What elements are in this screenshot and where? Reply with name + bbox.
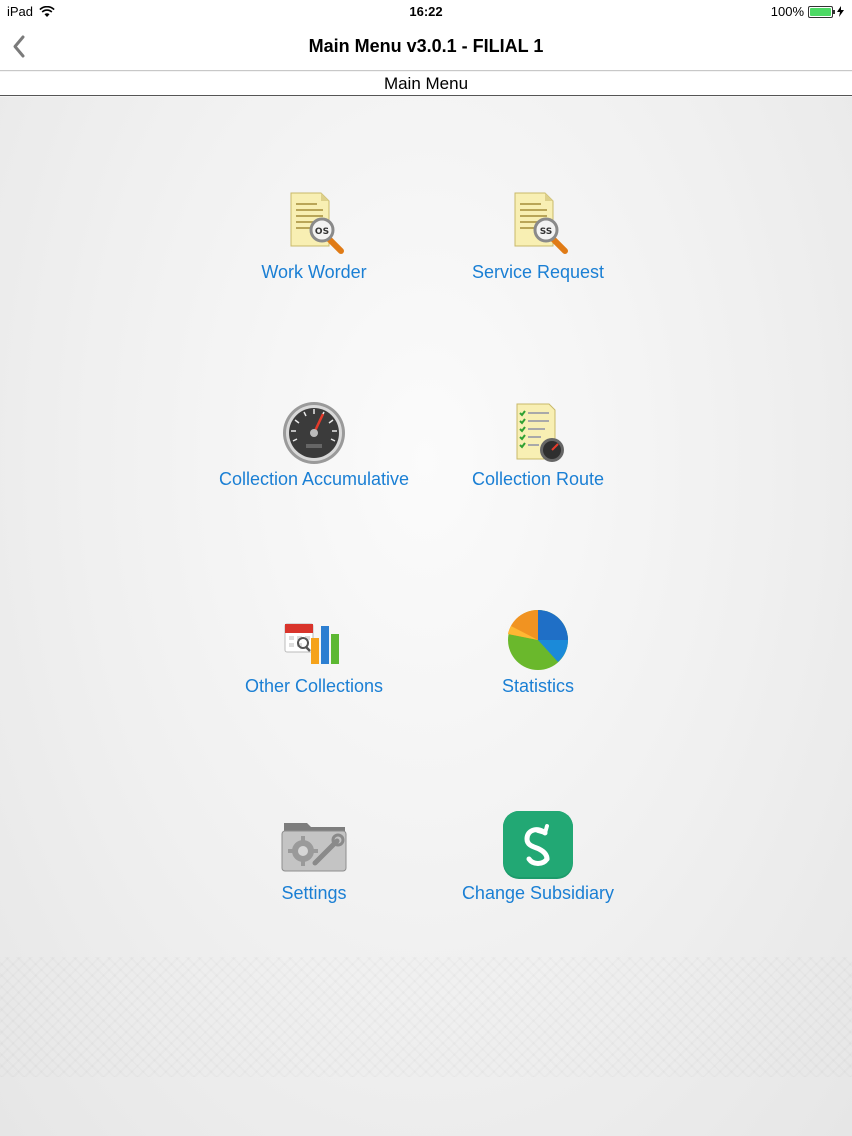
document-search-icon: SS xyxy=(514,192,568,254)
menu-item-change-subsidiary[interactable]: Change Subsidiary xyxy=(426,811,650,941)
menu-item-other-collections[interactable]: Other Collections xyxy=(202,604,426,734)
menu-item-service-request[interactable]: SS Service Request xyxy=(426,190,650,320)
main-content: OS Work Worder SS Service Request Collec… xyxy=(0,97,852,1136)
menu-item-work-order[interactable]: OS Work Worder xyxy=(202,190,426,320)
status-right: 100% xyxy=(771,4,844,19)
background-pattern xyxy=(0,957,852,1077)
section-header: Main Menu xyxy=(0,72,852,96)
page-title: Main Menu v3.0.1 - FILIAL 1 xyxy=(308,36,544,56)
menu-item-settings[interactable]: Settings xyxy=(202,811,426,941)
menu-item-collection-accumulative[interactable]: Collection Accumulative xyxy=(202,397,426,527)
menu-label: Collection Route xyxy=(471,469,605,489)
speedometer-icon xyxy=(283,402,345,464)
menu-item-collection-route[interactable]: Collection Route xyxy=(426,397,650,527)
status-bar: iPad 16:22 100% xyxy=(0,0,852,24)
tools-folder-icon xyxy=(281,823,347,872)
battery-icon xyxy=(808,5,835,18)
document-search-icon: OS xyxy=(290,192,344,254)
badge-ss: SS xyxy=(540,227,553,237)
status-time: 16:22 xyxy=(409,4,443,19)
calendar-chart-icon xyxy=(284,623,339,664)
battery-fill xyxy=(810,7,831,16)
navigation-bar: Main Menu v3.0.1 - FILIAL 1 xyxy=(0,24,852,71)
menu-label: Service Request xyxy=(471,262,605,282)
menu-label: Change Subsidiary xyxy=(461,883,615,903)
menu-label: Statistics xyxy=(501,676,575,696)
menu-item-statistics[interactable]: Statistics xyxy=(426,604,650,734)
badge-os: OS xyxy=(315,227,329,237)
pie-chart-icon xyxy=(508,609,568,670)
checklist-gauge-icon xyxy=(516,403,564,462)
swap-arrows-icon xyxy=(503,811,573,879)
battery-percent: 100% xyxy=(770,4,804,19)
charging-bolt-icon xyxy=(837,6,844,17)
